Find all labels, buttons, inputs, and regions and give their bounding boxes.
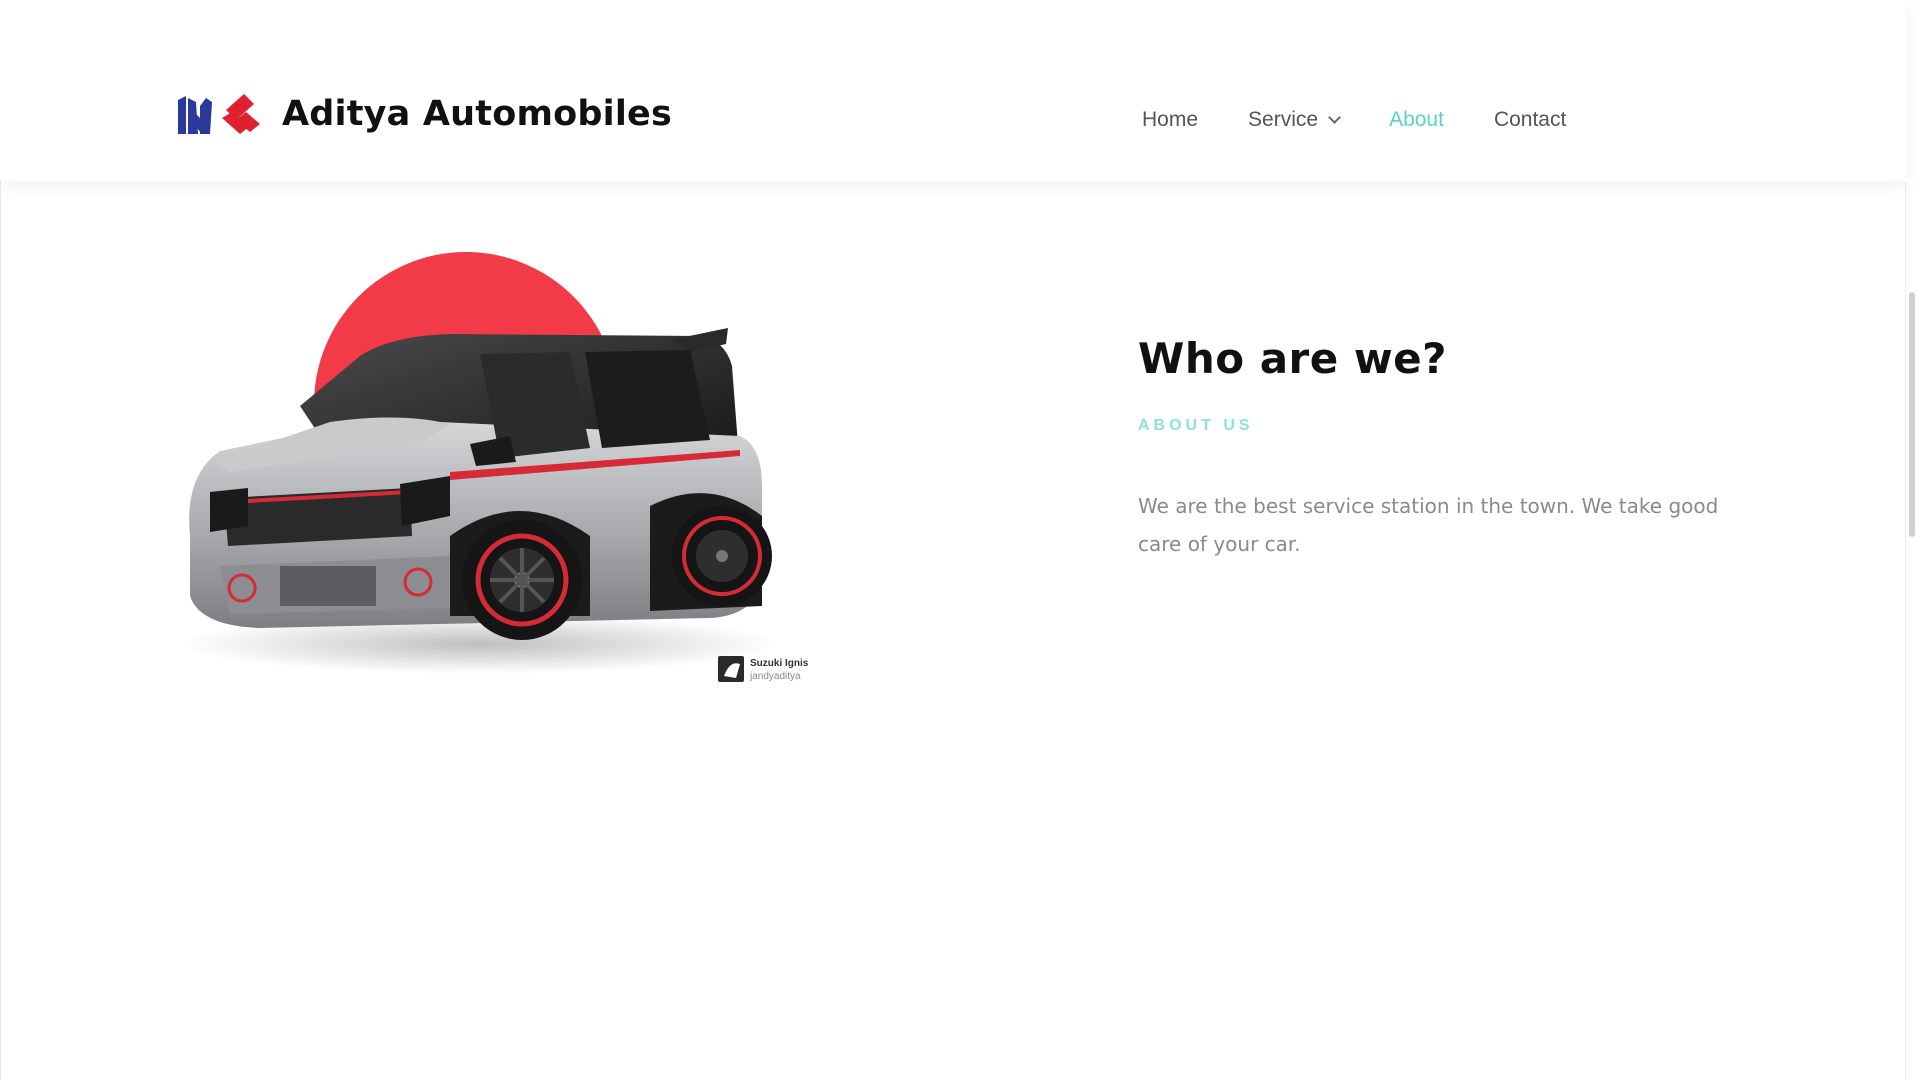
nav-home[interactable]: Home bbox=[1142, 108, 1198, 132]
caption-sub: jandyaditya bbox=[749, 671, 801, 682]
nav-home-label: Home bbox=[1142, 108, 1199, 131]
maruti-suzuki-logo-icon bbox=[178, 94, 260, 134]
nav-contact-label: Contact bbox=[1493, 108, 1567, 131]
rear-wheel bbox=[672, 506, 772, 606]
brand[interactable]: Aditya Automobiles bbox=[176, 92, 672, 136]
about-kicker: ABOUT US bbox=[1138, 417, 1254, 434]
nav-contact[interactable]: Contact bbox=[1494, 108, 1566, 132]
nav-service[interactable]: Service bbox=[1248, 108, 1341, 132]
image-caption: Suzuki Ignis jandyaditya bbox=[718, 656, 809, 682]
caption-title: Suzuki Ignis bbox=[750, 658, 809, 669]
page-scrollbar[interactable] bbox=[1905, 0, 1920, 1080]
nav-about[interactable]: About bbox=[1389, 108, 1444, 132]
front-wheel bbox=[462, 520, 582, 640]
site-header: Aditya Automobiles Home Service About Co… bbox=[0, 0, 1906, 181]
nav-about-label: About bbox=[1389, 108, 1444, 131]
page: Aditya Automobiles Home Service About Co… bbox=[0, 0, 1920, 1080]
about-body: We are the best service station in the t… bbox=[1138, 494, 1719, 556]
about-section: Who are we? ABOUT US We are the best ser… bbox=[1138, 334, 1758, 583]
car-illustration: Suzuki Ignis jandyaditya bbox=[180, 252, 809, 682]
brand-name: Aditya Automobiles bbox=[282, 94, 673, 134]
chevron-down-icon bbox=[1328, 110, 1341, 124]
main-nav: Home Service About Contact bbox=[1142, 108, 1616, 132]
about-title: Who are we? bbox=[1138, 334, 1448, 383]
scrollbar-thumb[interactable] bbox=[1909, 292, 1915, 537]
nav-service-label: Service bbox=[1248, 108, 1319, 131]
